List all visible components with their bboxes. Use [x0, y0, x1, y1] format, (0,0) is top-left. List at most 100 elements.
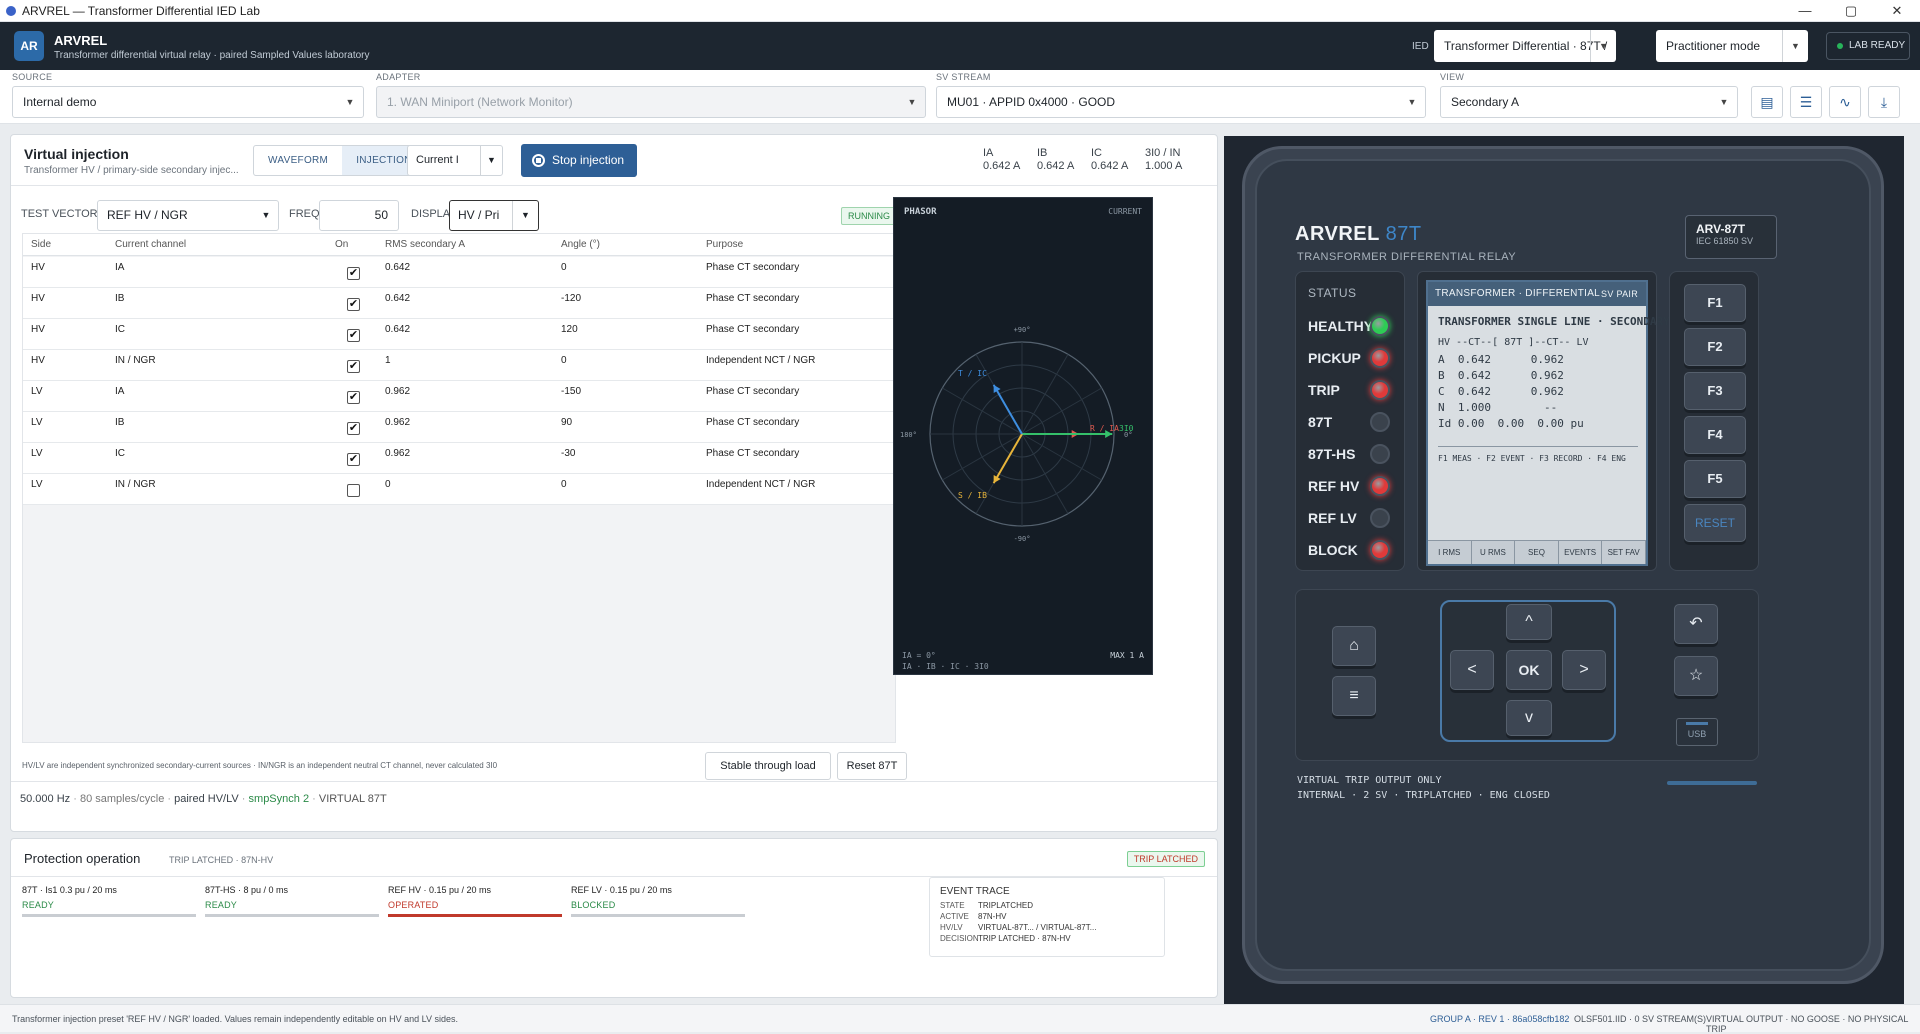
ied-select[interactable]: Transformer Differential · 87T / ▼ — [1434, 30, 1616, 62]
cell-angle[interactable]: 90 — [561, 417, 572, 428]
cell-angle[interactable]: -30 — [561, 448, 575, 459]
cell-angle[interactable]: 120 — [561, 324, 578, 335]
cell-rms[interactable]: 0.962 — [385, 448, 410, 459]
vector-line — [992, 433, 1023, 484]
cell-channel: IN / NGR — [115, 355, 156, 366]
footer-virtual: VIRTUAL 87T — [318, 793, 387, 805]
function-key-f3[interactable]: F3 — [1684, 372, 1746, 410]
test-vector-select[interactable]: REF HV / NGR ▼ — [97, 200, 279, 231]
channel-enabled-checkbox[interactable]: ✔ — [347, 298, 360, 311]
function-key-f5[interactable]: F5 — [1684, 460, 1746, 498]
cell-rms[interactable]: 0.962 — [385, 386, 410, 397]
cell-channel: IA — [115, 262, 125, 273]
softkey[interactable]: U RMS — [1471, 541, 1516, 564]
softkey[interactable]: EVENTS — [1558, 541, 1603, 564]
cell-angle[interactable]: -120 — [561, 293, 581, 304]
ok-button[interactable]: OK — [1506, 650, 1552, 690]
close-icon[interactable]: ✕ — [1874, 0, 1920, 22]
favorite-button[interactable]: ☆ — [1674, 656, 1718, 696]
view-select[interactable]: Secondary A ▼ — [1440, 86, 1738, 118]
settings-button[interactable]: ☰ — [1790, 86, 1822, 118]
channel-enabled-checkbox[interactable] — [347, 484, 360, 497]
down-button[interactable]: v — [1506, 700, 1552, 736]
home-icon: ⌂ — [1349, 637, 1359, 654]
menu-button[interactable]: ≡ — [1332, 676, 1376, 716]
cell-purpose: Phase CT secondary — [706, 293, 800, 304]
quantity-value: Current I — [416, 154, 459, 166]
document-icon: ▤ — [1760, 94, 1774, 110]
channel-enabled-checkbox[interactable]: ✔ — [347, 360, 360, 373]
reset-87t-button[interactable]: Reset 87T — [837, 752, 907, 780]
download-button[interactable]: ⤓ — [1868, 86, 1900, 118]
star-icon: ☆ — [1688, 667, 1704, 684]
lcd-line: B 0.642 0.962 — [1438, 369, 1564, 382]
function-key-f4[interactable]: F4 — [1684, 416, 1746, 454]
cell-angle[interactable]: 0 — [561, 262, 567, 273]
trace-key: STATE — [940, 901, 965, 910]
grid-spoke — [1021, 354, 1069, 435]
adapter-select[interactable]: 1. WAN Miniport (Network Monitor) ▼ — [376, 86, 926, 118]
cell-angle[interactable]: -150 — [561, 386, 581, 397]
channel-enabled-checkbox[interactable]: ✔ — [347, 453, 360, 466]
stop-injection-button[interactable]: Stop injection — [521, 144, 637, 177]
cell-rms[interactable]: 1 — [385, 355, 391, 366]
stream-select[interactable]: MU01 · APPID 0x4000 · GOOD ▼ — [936, 86, 1426, 118]
quantity-select[interactable]: Current I ▼ — [407, 145, 503, 176]
display-select[interactable]: HV / Pri ▼ — [449, 200, 539, 231]
tab-waveform[interactable]: WAVEFORM — [254, 146, 342, 175]
function-key-f2[interactable]: F2 — [1684, 328, 1746, 366]
app-name: ARVREL — [54, 33, 108, 48]
stable-through-load-button[interactable]: Stable through load — [705, 752, 831, 780]
cell-channel: IB — [115, 417, 125, 428]
maximize-icon[interactable]: ▢ — [1828, 0, 1874, 22]
phasor-reference: IA = 0° — [902, 651, 936, 660]
channel-enabled-checkbox[interactable]: ✔ — [347, 267, 360, 280]
home-button[interactable]: ⌂ — [1332, 626, 1376, 666]
label-ic: T / IC — [958, 369, 987, 378]
lcd-divider — [1438, 446, 1638, 447]
test-vector-value: REF HV / NGR — [107, 208, 188, 222]
reset-key[interactable]: RESET — [1684, 504, 1746, 542]
back-button[interactable]: ↶ — [1674, 604, 1718, 644]
relay-status-line: INTERNAL · 2 SV · TRIPLATCHED · ENG CLOS… — [1297, 790, 1550, 801]
lcd-line: A 0.642 0.962 — [1438, 353, 1564, 366]
left-button[interactable]: < — [1450, 650, 1494, 690]
cell-angle[interactable]: 0 — [561, 355, 567, 366]
table-row: HV IA 0.642 0 Phase CT secondary ✔ — [23, 257, 895, 288]
trace-value: TRIP LATCHED · 87N-HV — [978, 934, 1071, 943]
trace-line: HV/LV VIRTUAL-87T... / VIRTUAL-87T... — [940, 922, 1154, 933]
cell-side: LV — [31, 448, 43, 459]
trip-latched-badge: TRIP LATCHED — [1126, 851, 1205, 867]
up-button[interactable]: ^ — [1506, 604, 1552, 640]
cell-rms[interactable]: 0.642 — [385, 324, 410, 335]
function-key-f1[interactable]: F1 — [1684, 284, 1746, 322]
minimize-icon[interactable]: — — [1782, 0, 1828, 22]
led-indicator-icon — [1370, 444, 1390, 464]
right-button[interactable]: > — [1562, 650, 1606, 690]
channel-enabled-checkbox[interactable]: ✔ — [347, 329, 360, 342]
lab-status-badge: LAB READY — [1826, 32, 1910, 60]
footer-frequency: 50.000 Hz — [20, 793, 71, 805]
channel-enabled-checkbox[interactable]: ✔ — [347, 422, 360, 435]
cell-side: HV — [31, 324, 45, 335]
status-led: 87T-HS — [1308, 444, 1398, 464]
usb-port[interactable]: USB — [1676, 718, 1718, 746]
cell-rms[interactable]: 0 — [385, 479, 391, 490]
mode-select[interactable]: Practitioner mode ▼ — [1656, 30, 1808, 62]
waveform-button[interactable]: ∿ — [1829, 86, 1861, 118]
open-file-button[interactable]: ▤ — [1751, 86, 1783, 118]
meas-ib: IB 0.642 A — [1037, 147, 1074, 173]
cell-angle[interactable]: 0 — [561, 479, 567, 490]
cell-rms[interactable]: 0.962 — [385, 417, 410, 428]
led-label: REF LV — [1308, 510, 1357, 526]
freq-input[interactable]: 50 — [319, 200, 399, 231]
softkey[interactable]: SET FAV — [1602, 541, 1646, 564]
cell-rms[interactable]: 0.642 — [385, 293, 410, 304]
meas-value: 0.642 A — [1091, 160, 1129, 172]
cell-rms[interactable]: 0.642 — [385, 262, 410, 273]
lcd-line: Id 0.00 0.00 0.00 pu — [1438, 417, 1584, 430]
source-select[interactable]: Internal demo ▼ — [12, 86, 364, 118]
softkey[interactable]: SEQ — [1515, 541, 1559, 564]
channel-enabled-checkbox[interactable]: ✔ — [347, 391, 360, 404]
softkey[interactable]: I RMS — [1428, 541, 1472, 564]
